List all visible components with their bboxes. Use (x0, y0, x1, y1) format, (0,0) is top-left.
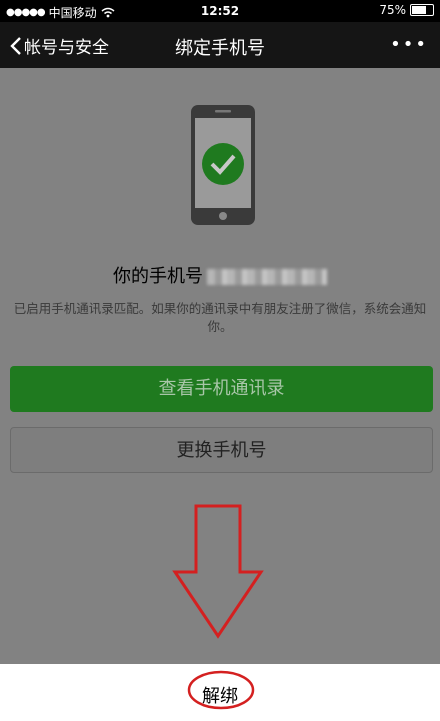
circle-annotation-icon (187, 670, 255, 710)
change-number-button[interactable]: 更换手机号 (10, 427, 433, 473)
phone-number-row: 你的手机号 (0, 262, 440, 288)
contacts-description: 已启用手机通讯录匹配。如果你的通讯录中有朋友注册了微信，系统会通知你。 (13, 301, 427, 334)
down-arrow-annotation-icon (172, 504, 264, 639)
view-contacts-button[interactable]: 查看手机通讯录 (10, 366, 433, 412)
bottom-action-bar: 解绑 (0, 664, 440, 721)
status-bar: ●●●●● 中国移动 12:52 75% (0, 0, 440, 22)
battery-icon (410, 4, 434, 16)
check-circle-icon (202, 143, 244, 185)
battery-percent: 75% (379, 3, 406, 17)
phone-number-label: 你的手机号 (113, 266, 203, 287)
more-button[interactable]: ••• (390, 34, 428, 55)
clock: 12:52 (200, 4, 240, 18)
phone-icon (191, 105, 255, 225)
nav-bar: 帐号与安全 绑定手机号 ••• (0, 22, 440, 68)
blurred-phone-number (207, 269, 327, 285)
battery-status: 75% (379, 3, 434, 17)
page-title: 绑定手机号 (175, 38, 265, 59)
phone-check-illustration (190, 104, 256, 230)
